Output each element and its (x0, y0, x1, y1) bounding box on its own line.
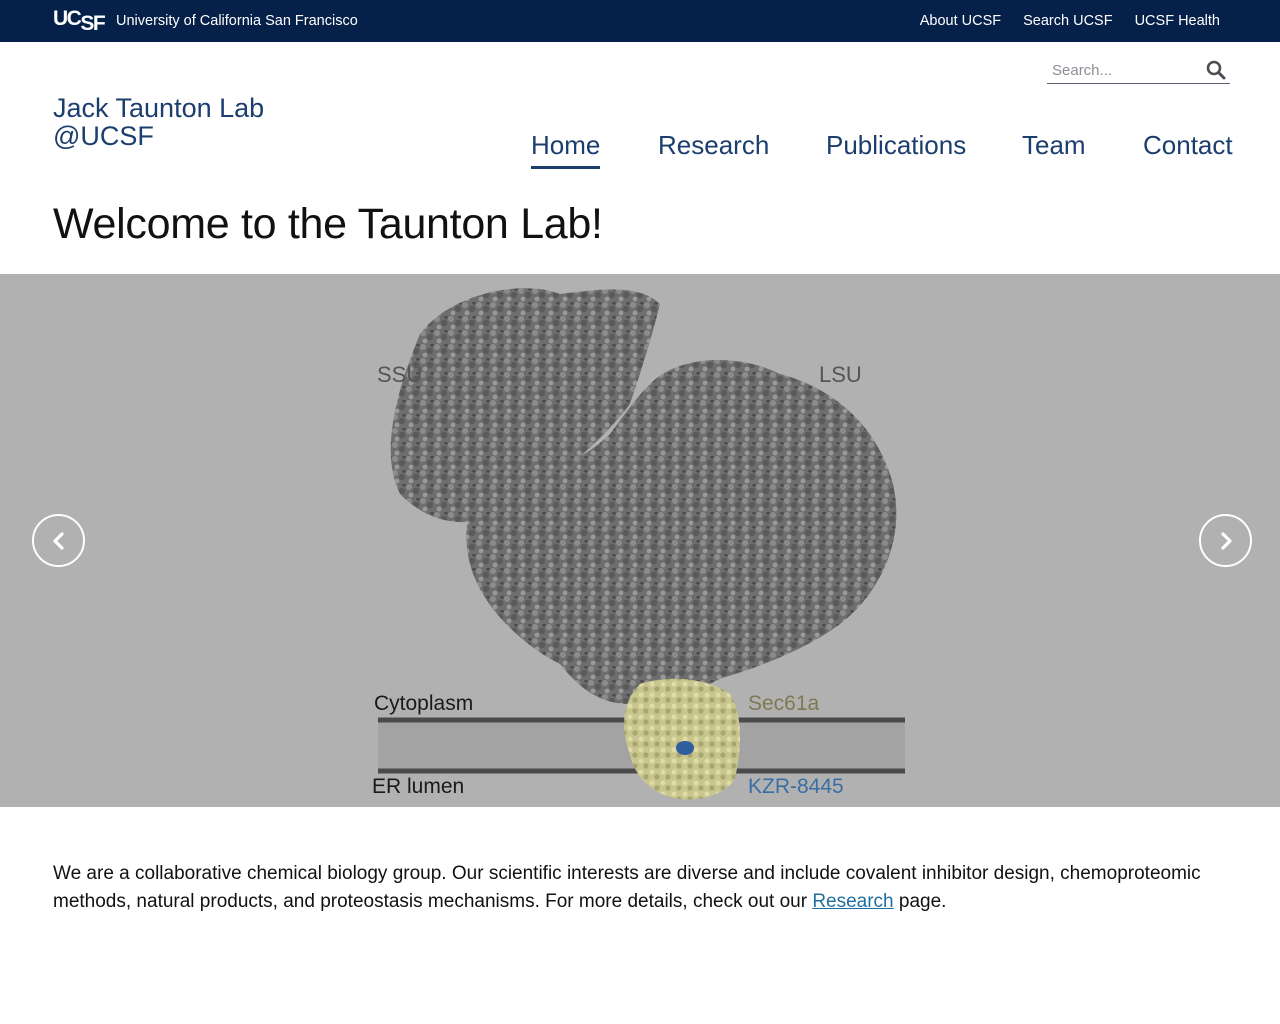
lab-title-line2: @UCSF (53, 121, 154, 151)
chevron-left-icon (52, 531, 64, 550)
nav-team[interactable]: Team (1022, 130, 1086, 161)
carousel-prev-button[interactable] (32, 514, 85, 567)
kzr-ligand (676, 741, 694, 755)
er-lumen-label: ER lumen (372, 775, 464, 798)
nav-home[interactable]: Home (531, 130, 601, 169)
page-title: Welcome to the Taunton Lab! (53, 200, 603, 248)
ucsf-logo-sf: SF (80, 12, 105, 35)
intro-paragraph: We are a collaborative chemical biology … (53, 860, 1233, 916)
search-ucsf-link[interactable]: Search UCSF (1023, 13, 1112, 29)
lab-title-line1: Jack Taunton Lab (53, 93, 265, 123)
about-ucsf-link[interactable]: About UCSF (920, 13, 1001, 29)
nav-contact[interactable]: Contact (1143, 130, 1233, 161)
main-nav: Home Research Publications Team Contact (531, 130, 1233, 174)
cytoplasm-label: Cytoplasm (374, 692, 473, 715)
nav-publications[interactable]: Publications (826, 130, 966, 161)
image-carousel: SSU LSU Cytoplasm ER lumen Sec61a KZR-84… (0, 274, 1280, 807)
carousel-next-button[interactable] (1199, 514, 1252, 567)
sec61a-label: Sec61a (748, 692, 820, 715)
intro-text-end: page. (893, 891, 947, 912)
lsu-label: LSU (819, 362, 862, 387)
ssu-label: SSU (377, 362, 422, 387)
search-icon[interactable] (1205, 59, 1227, 81)
ucsf-logo[interactable]: UCSF (53, 7, 106, 34)
ucsf-topbar: UCSF University of California San Franci… (0, 0, 1280, 42)
sec61a-density (624, 678, 740, 800)
search-input[interactable] (1047, 58, 1197, 82)
research-link[interactable]: Research (812, 891, 893, 912)
ucsf-health-link[interactable]: UCSF Health (1135, 13, 1220, 29)
nav-research[interactable]: Research (658, 130, 769, 161)
site-search (1047, 56, 1230, 84)
chevron-right-icon (1220, 531, 1232, 550)
ucsf-logo-uc: UC (53, 7, 82, 30)
intro-text: We are a collaborative chemical biology … (53, 863, 1201, 912)
ribosome-structure-image: SSU LSU Cytoplasm ER lumen Sec61a KZR-84… (372, 288, 905, 800)
lab-title[interactable]: Jack Taunton Lab @UCSF (53, 94, 264, 150)
university-name[interactable]: University of California San Francisco (116, 13, 358, 29)
kzr-label: KZR-8445 (748, 775, 844, 798)
topbar-links: About UCSF Search UCSF UCSF Health (920, 13, 1220, 29)
